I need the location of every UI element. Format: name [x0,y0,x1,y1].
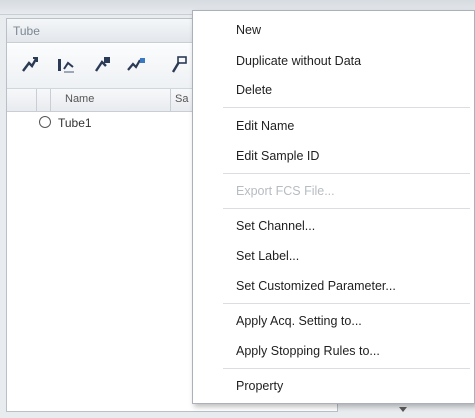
tube-name: Tube1 [58,116,92,130]
context-menu: New Duplicate without Data Delete Edit N… [192,10,475,404]
menu-item-set-channel[interactable]: Set Channel... [193,214,474,240]
menu-item-apply-acq-setting[interactable]: Apply Acq. Setting to... [193,309,474,335]
menu-item-new[interactable]: New [193,18,474,44]
duplicate-tube-icon[interactable] [91,54,113,76]
menu-item-property[interactable]: Property [193,374,474,400]
menu-separator [223,208,470,209]
menu-item-duplicate-without-data[interactable]: Duplicate without Data [193,49,474,75]
menu-item-edit-name[interactable]: Edit Name [193,114,474,140]
tube-settings-icon[interactable] [55,54,77,76]
column-header-select[interactable] [7,89,37,111]
new-tube-icon[interactable] [19,54,41,76]
tube-tool-icon[interactable] [167,54,189,76]
menu-item-set-label[interactable]: Set Label... [193,244,474,270]
menu-item-export-fcs-file[interactable]: Export FCS File... [193,179,474,205]
column-header-status[interactable] [37,89,51,111]
chevron-down-icon[interactable] [396,404,410,414]
tube-parameter-icon[interactable] [125,54,147,76]
menu-separator [223,303,470,304]
menu-item-set-customized-parameter[interactable]: Set Customized Parameter... [193,274,474,300]
menu-item-edit-sample-id[interactable]: Edit Sample ID [193,144,474,170]
column-header-name[interactable]: Name [51,89,171,111]
menu-separator [223,173,470,174]
menu-item-apply-stopping-rules[interactable]: Apply Stopping Rules to... [193,339,474,365]
menu-item-delete[interactable]: Delete [193,78,474,104]
menu-separator [223,368,470,369]
tube-status-icon [39,116,51,128]
menu-separator [223,107,470,108]
